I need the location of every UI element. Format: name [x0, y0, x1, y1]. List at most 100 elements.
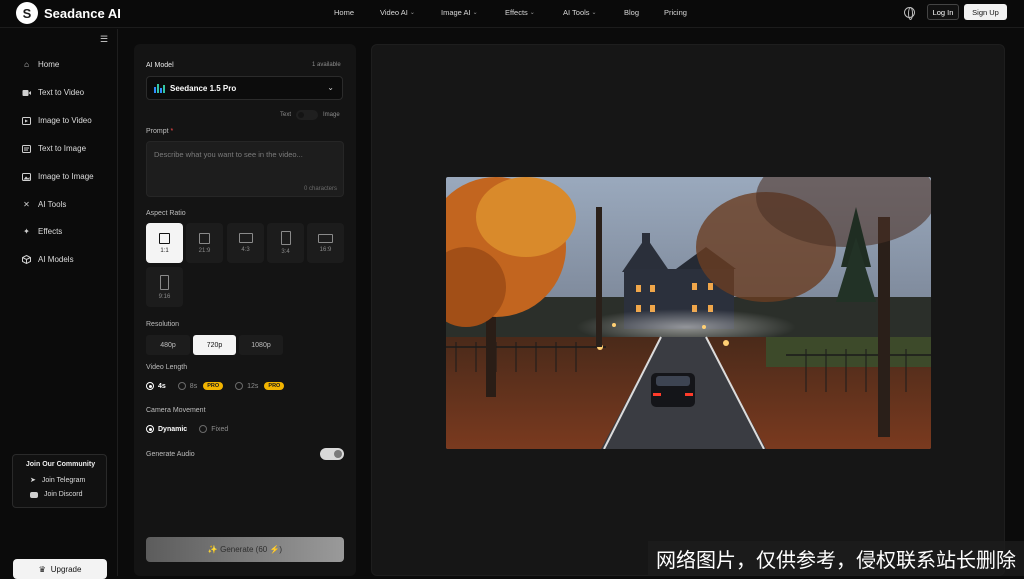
camera-movement-label: Camera Movement: [146, 407, 206, 414]
cube-icon: [22, 255, 31, 264]
sidebar-item-image-to-image[interactable]: Image to Image: [22, 172, 94, 181]
aspect-label: 9:16: [158, 293, 171, 300]
available-count: 1 available: [312, 62, 341, 68]
length-8s-label: 8s: [189, 382, 198, 390]
nav-effects-label: Effects: [505, 8, 528, 17]
mode-switch[interactable]: [296, 110, 319, 120]
aspect-label: 21:9: [198, 247, 211, 254]
sidebar-item-label: Home: [38, 60, 60, 69]
signup-button[interactable]: Sign Up: [964, 4, 1007, 20]
sidebar-item-ai-models[interactable]: AI Models: [22, 255, 74, 264]
community-title: Join Our Community: [25, 461, 96, 468]
chevron-down-icon: ⌄: [327, 83, 334, 92]
nav-pricing[interactable]: Pricing: [664, 8, 687, 17]
aspect-label: 3:4: [281, 249, 290, 255]
square-shape-icon: [159, 232, 170, 244]
generate-audio-toggle[interactable]: [320, 448, 344, 460]
generate-button[interactable]: ✨ Generate (60 ⚡): [146, 537, 344, 562]
camera-movement-options: Dynamic Fixed: [146, 425, 228, 433]
nav-blog[interactable]: Blog: [624, 8, 639, 17]
preview-area: [371, 44, 1005, 576]
aspect-ratio-label: Aspect Ratio: [146, 210, 186, 217]
aspect-21-9[interactable]: 21:9: [186, 223, 223, 263]
aspect-4-3[interactable]: 4:3: [227, 223, 264, 263]
video-length-label: Video Length: [146, 364, 188, 371]
resolution-720p[interactable]: 720p: [193, 335, 236, 355]
length-4s-label: 4s: [158, 382, 166, 390]
length-12s-label: 12s: [247, 382, 259, 390]
radio-4s[interactable]: [146, 382, 154, 390]
sidebar-item-text-to-image[interactable]: Text to Image: [22, 144, 86, 153]
brand[interactable]: S Seadance AI: [16, 2, 121, 24]
ratio-shape-icon: [199, 232, 210, 244]
sidebar: ☰ ⌂ Home Text to Video Image to Video Te…: [0, 29, 118, 579]
crown-icon: ♛: [38, 564, 46, 574]
ratio-shape-icon: [280, 231, 291, 245]
telegram-icon: ➤: [30, 477, 36, 484]
brand-logo-icon: S: [16, 2, 38, 24]
resolution-480p[interactable]: 480p: [146, 335, 190, 355]
prompt-input[interactable]: Describe what you want to see in the vid…: [146, 141, 344, 197]
video-length-options: 4s 8s PRO 12s PRO: [146, 382, 285, 390]
sidebar-item-image-to-video[interactable]: Image to Video: [22, 116, 92, 125]
sidebar-item-home[interactable]: ⌂ Home: [22, 60, 59, 69]
upgrade-button[interactable]: ♛ Upgrade: [13, 559, 107, 579]
aspect-16-9[interactable]: 16:9: [307, 223, 344, 263]
generation-panel: AI Model 1 available Seedance 1.5 Pro ⌄ …: [134, 44, 356, 576]
nav-video-ai[interactable]: Video AI ⌄: [380, 8, 415, 17]
autumn-mansion-driveway-image: [446, 177, 931, 449]
nav-effects[interactable]: Effects ⌄: [505, 8, 535, 17]
tools-icon: ✕: [23, 200, 30, 209]
sidebar-item-text-to-video[interactable]: Text to Video: [22, 88, 84, 97]
aspect-label: 16:9: [319, 246, 332, 253]
resolution-1080p[interactable]: 1080p: [239, 335, 283, 355]
radio-dynamic[interactable]: [146, 425, 154, 433]
aspect-1-1[interactable]: 1:1: [146, 223, 183, 263]
menu-toggle-icon[interactable]: ☰: [100, 34, 108, 45]
image-icon: [22, 172, 31, 181]
chevron-down-icon: ⌄: [472, 10, 478, 16]
sidebar-item-label: Effects: [38, 227, 63, 236]
aspect-9-16[interactable]: 9:16: [146, 267, 183, 307]
telegram-label: Join Telegram: [41, 476, 86, 484]
camera-dynamic-label: Dynamic: [158, 425, 188, 433]
aspect-3-4[interactable]: 3:4: [267, 223, 304, 263]
sidebar-item-label: Image to Video: [38, 116, 92, 125]
nav-ai-tools[interactable]: AI Tools ⌄: [563, 8, 597, 17]
nav-ai-tools-label: AI Tools: [563, 8, 590, 17]
prompt-label-text: Prompt: [146, 128, 169, 135]
nav-home[interactable]: Home: [334, 8, 354, 17]
discord-icon: [30, 491, 38, 498]
video-icon: [22, 88, 31, 97]
sidebar-item-label: Image to Image: [38, 172, 94, 181]
prompt-placeholder: Describe what you want to see in the vid…: [154, 150, 303, 159]
sidebar-item-effects[interactable]: ✦ Effects: [22, 227, 62, 236]
sidebar-item-label: Text to Video: [38, 88, 85, 97]
globe-icon[interactable]: [904, 7, 915, 20]
sidebar-item-label: Text to Image: [38, 144, 87, 153]
radio-12s[interactable]: [235, 382, 244, 390]
community-card: Join Our Community ➤ Join Telegram Join …: [12, 454, 107, 508]
sidebar-item-ai-tools[interactable]: ✕ AI Tools: [22, 200, 66, 209]
brand-name: Seadance AI: [44, 5, 121, 21]
watermark-text: 网络图片，仅供参考，侵权联系站长删除: [648, 541, 1024, 576]
radio-fixed[interactable]: [199, 425, 208, 433]
nav-blog-label: Blog: [624, 8, 640, 17]
resolution-label: Resolution: [146, 321, 180, 328]
mode-text-label: Text: [280, 112, 292, 118]
radio-8s[interactable]: [177, 382, 186, 390]
telegram-link[interactable]: ➤ Join Telegram: [30, 476, 86, 485]
login-button[interactable]: Log In: [927, 4, 959, 20]
aspect-label: 1:1: [160, 247, 169, 254]
discord-link[interactable]: Join Discord: [30, 491, 83, 498]
mode-toggle[interactable]: Text Image: [280, 110, 340, 120]
nav-image-ai[interactable]: Image AI ⌄: [441, 8, 478, 17]
prompt-character-count: 0 characters: [303, 186, 337, 192]
pro-badge: PRO: [264, 382, 285, 390]
ratio-shape-icon: [238, 233, 253, 243]
model-select[interactable]: Seedance 1.5 Pro ⌄: [146, 76, 343, 100]
chevron-down-icon: ⌄: [409, 10, 415, 16]
camera-fixed-label: Fixed: [211, 425, 229, 433]
generate-audio-label: Generate Audio: [146, 451, 195, 458]
chevron-down-icon: ⌄: [529, 10, 535, 16]
